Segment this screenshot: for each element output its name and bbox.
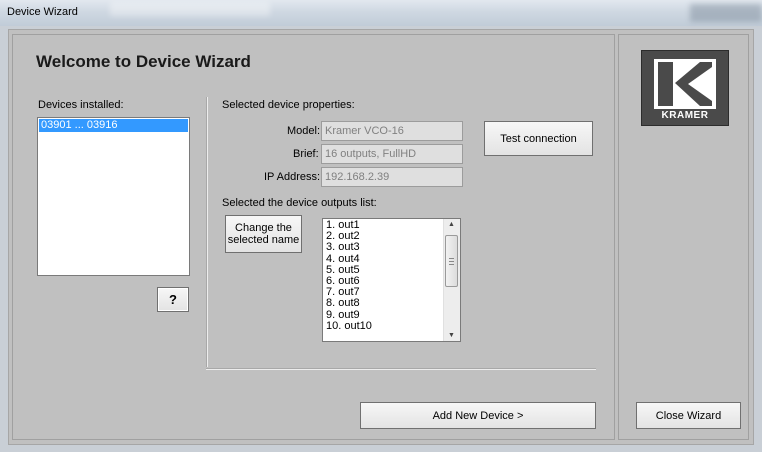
model-field: Kramer VCO-16 (321, 121, 463, 141)
test-connection-button[interactable]: Test connection (484, 121, 593, 156)
output-list-item[interactable]: 3. out3 (326, 242, 372, 253)
logo-text: KRAMER (661, 110, 709, 121)
kramer-k-icon (654, 59, 716, 109)
outputs-items: 1. out1 2. out2 3. out3 4. out4 5. out5 6. ou… (326, 219, 372, 332)
kramer-logo: KRAMER (641, 50, 729, 126)
page-title: Welcome to Device Wizard (36, 52, 251, 71)
output-list-item[interactable]: 8. out8 (326, 298, 372, 309)
ip-address-label: IP Address: (264, 171, 321, 183)
output-list-item[interactable]: 9. out9 (326, 309, 372, 321)
title-bar[interactable]: Device Wizard (0, 0, 762, 26)
outputs-list[interactable]: 1. out1 2. out2 3. out3 4. out4 5. out5 6. ou… (322, 218, 461, 342)
devices-installed-label: Devices installed: (38, 99, 124, 111)
horizontal-divider (206, 368, 596, 370)
close-wizard-button[interactable]: Close Wizard (636, 402, 741, 429)
vertical-divider (206, 97, 208, 367)
ip-address-field: 192.168.2.39 (321, 167, 463, 187)
device-list-item[interactable]: 03901 ... 03916 (39, 119, 188, 132)
scroll-up-arrow-icon[interactable]: ▲ (448, 221, 455, 228)
change-name-button[interactable]: Change the selected name (225, 215, 302, 253)
devices-list[interactable]: 03901 ... 03916 (37, 117, 190, 276)
device-wizard-window: Device Wizard Welcome to Device Wizard D… (0, 0, 762, 452)
output-list-item[interactable]: 10. out10 (326, 320, 372, 332)
scroll-down-arrow-icon[interactable]: ▼ (448, 332, 455, 339)
window-title: Device Wizard (7, 6, 78, 18)
brief-field: 16 outputs, FullHD (321, 144, 463, 164)
device-properties-label: Selected device properties: (222, 99, 355, 111)
help-button[interactable]: ? (157, 287, 189, 312)
scroll-thumb[interactable] (445, 235, 458, 287)
model-label: Model: (287, 125, 321, 137)
brief-label: Brief: (293, 148, 319, 160)
outputs-scrollbar[interactable]: ▲ ▼ (443, 219, 460, 341)
add-new-device-button[interactable]: Add New Device > (360, 402, 596, 429)
outputs-list-label: Selected the device outputs list: (222, 197, 377, 209)
